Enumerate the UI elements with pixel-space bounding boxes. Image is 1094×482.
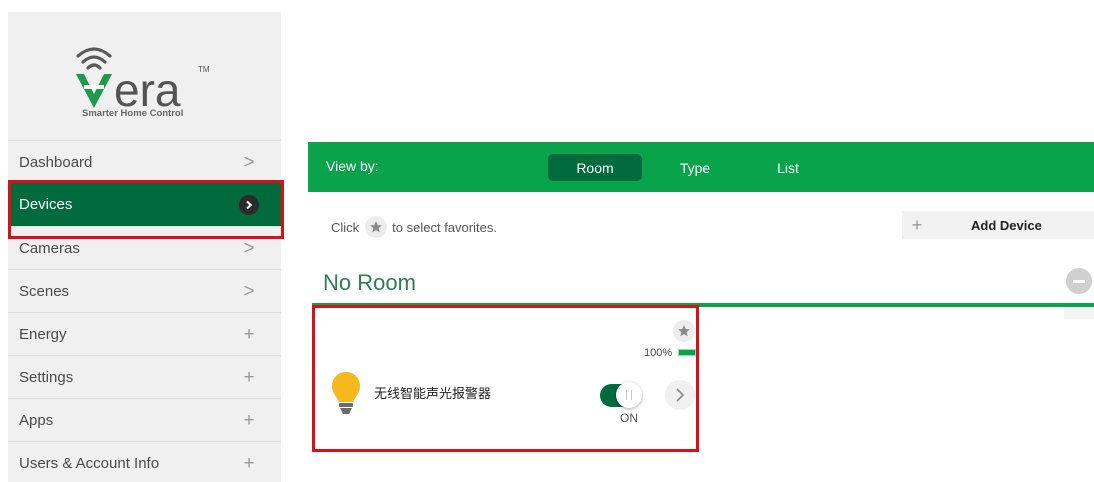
view-option-room[interactable]: Room [548, 154, 642, 181]
sidebar-item-cameras[interactable]: Cameras > [8, 226, 281, 269]
trademark-mark: TM [198, 65, 210, 74]
sidebar-item-label: Energy [19, 325, 67, 343]
plus-icon: + [911, 214, 923, 235]
sidebar-item-apps[interactable]: Apps + [8, 398, 281, 441]
sidebar-item-label: Apps [19, 411, 54, 429]
sidebar-item-devices[interactable]: Devices [8, 183, 281, 226]
plus-icon: + [243, 452, 255, 474]
view-by-label: View by: [326, 158, 379, 174]
sidebar-item-energy[interactable]: Energy + [8, 312, 281, 355]
favorites-hint: Click to select favorites. [331, 216, 497, 238]
plus-icon: + [243, 366, 255, 388]
battery-icon [678, 349, 696, 356]
room-title: No Room [323, 270, 416, 295]
chevron-right-icon [239, 194, 259, 215]
chevron-right-icon: > [243, 237, 255, 259]
sidebar-item-users-account-info[interactable]: Users & Account Info + [8, 441, 281, 482]
sidebar: era TM Smarter Home Control Dashboard > … [8, 12, 281, 482]
view-by-bar: View by: Room Type List [308, 142, 1094, 192]
sidebar-item-label: Users & Account Info [19, 454, 160, 472]
device-name: 无线智能声光报警器 [374, 386, 492, 401]
favorites-hint-suffix: to select favorites. [392, 219, 497, 235]
add-device-label: Add Device [971, 217, 1042, 233]
sidebar-item-label: Settings [19, 368, 74, 386]
chevron-right-icon: > [243, 151, 255, 173]
sidebar-item-label: Dashboard [19, 153, 93, 171]
battery-fill [679, 350, 695, 355]
device-state-label: ON [620, 411, 638, 425]
device-power-toggle[interactable] [600, 382, 642, 408]
sidebar-item-label: Cameras [19, 239, 80, 257]
star-icon [365, 216, 388, 238]
plus-icon: + [243, 409, 255, 431]
star-icon[interactable] [673, 320, 695, 342]
device-card: 100% 无线智能声光报警器 ON [316, 307, 696, 449]
logo: era TM Smarter Home Control [8, 12, 281, 140]
sidebar-item-label: Devices [19, 196, 73, 213]
sidebar-item-dashboard[interactable]: Dashboard > [8, 140, 281, 183]
brand-tagline: Smarter Home Control [82, 108, 183, 118]
light-bulb-icon [332, 372, 360, 414]
add-device-button[interactable]: + Add Device [902, 211, 1094, 239]
battery-level-text: 100% [644, 347, 673, 359]
partial-card [1064, 307, 1094, 319]
view-option-type[interactable]: Type [660, 154, 730, 181]
favorites-hint-prefix: Click [331, 219, 360, 235]
wifi-signal-icon [76, 47, 112, 70]
toggle-knob [616, 382, 642, 408]
minus-circle-icon[interactable] [1066, 268, 1092, 294]
sidebar-item-label: Scenes [19, 282, 70, 300]
chevron-right-icon: > [243, 280, 255, 302]
sidebar-item-scenes[interactable]: Scenes > [8, 269, 281, 312]
view-option-list[interactable]: List [756, 154, 820, 181]
plus-icon: + [243, 323, 255, 345]
vera-logo-image: era TM Smarter Home Control [76, 47, 210, 118]
sidebar-item-settings[interactable]: Settings + [8, 355, 281, 398]
chevron-right-icon[interactable] [665, 380, 695, 410]
